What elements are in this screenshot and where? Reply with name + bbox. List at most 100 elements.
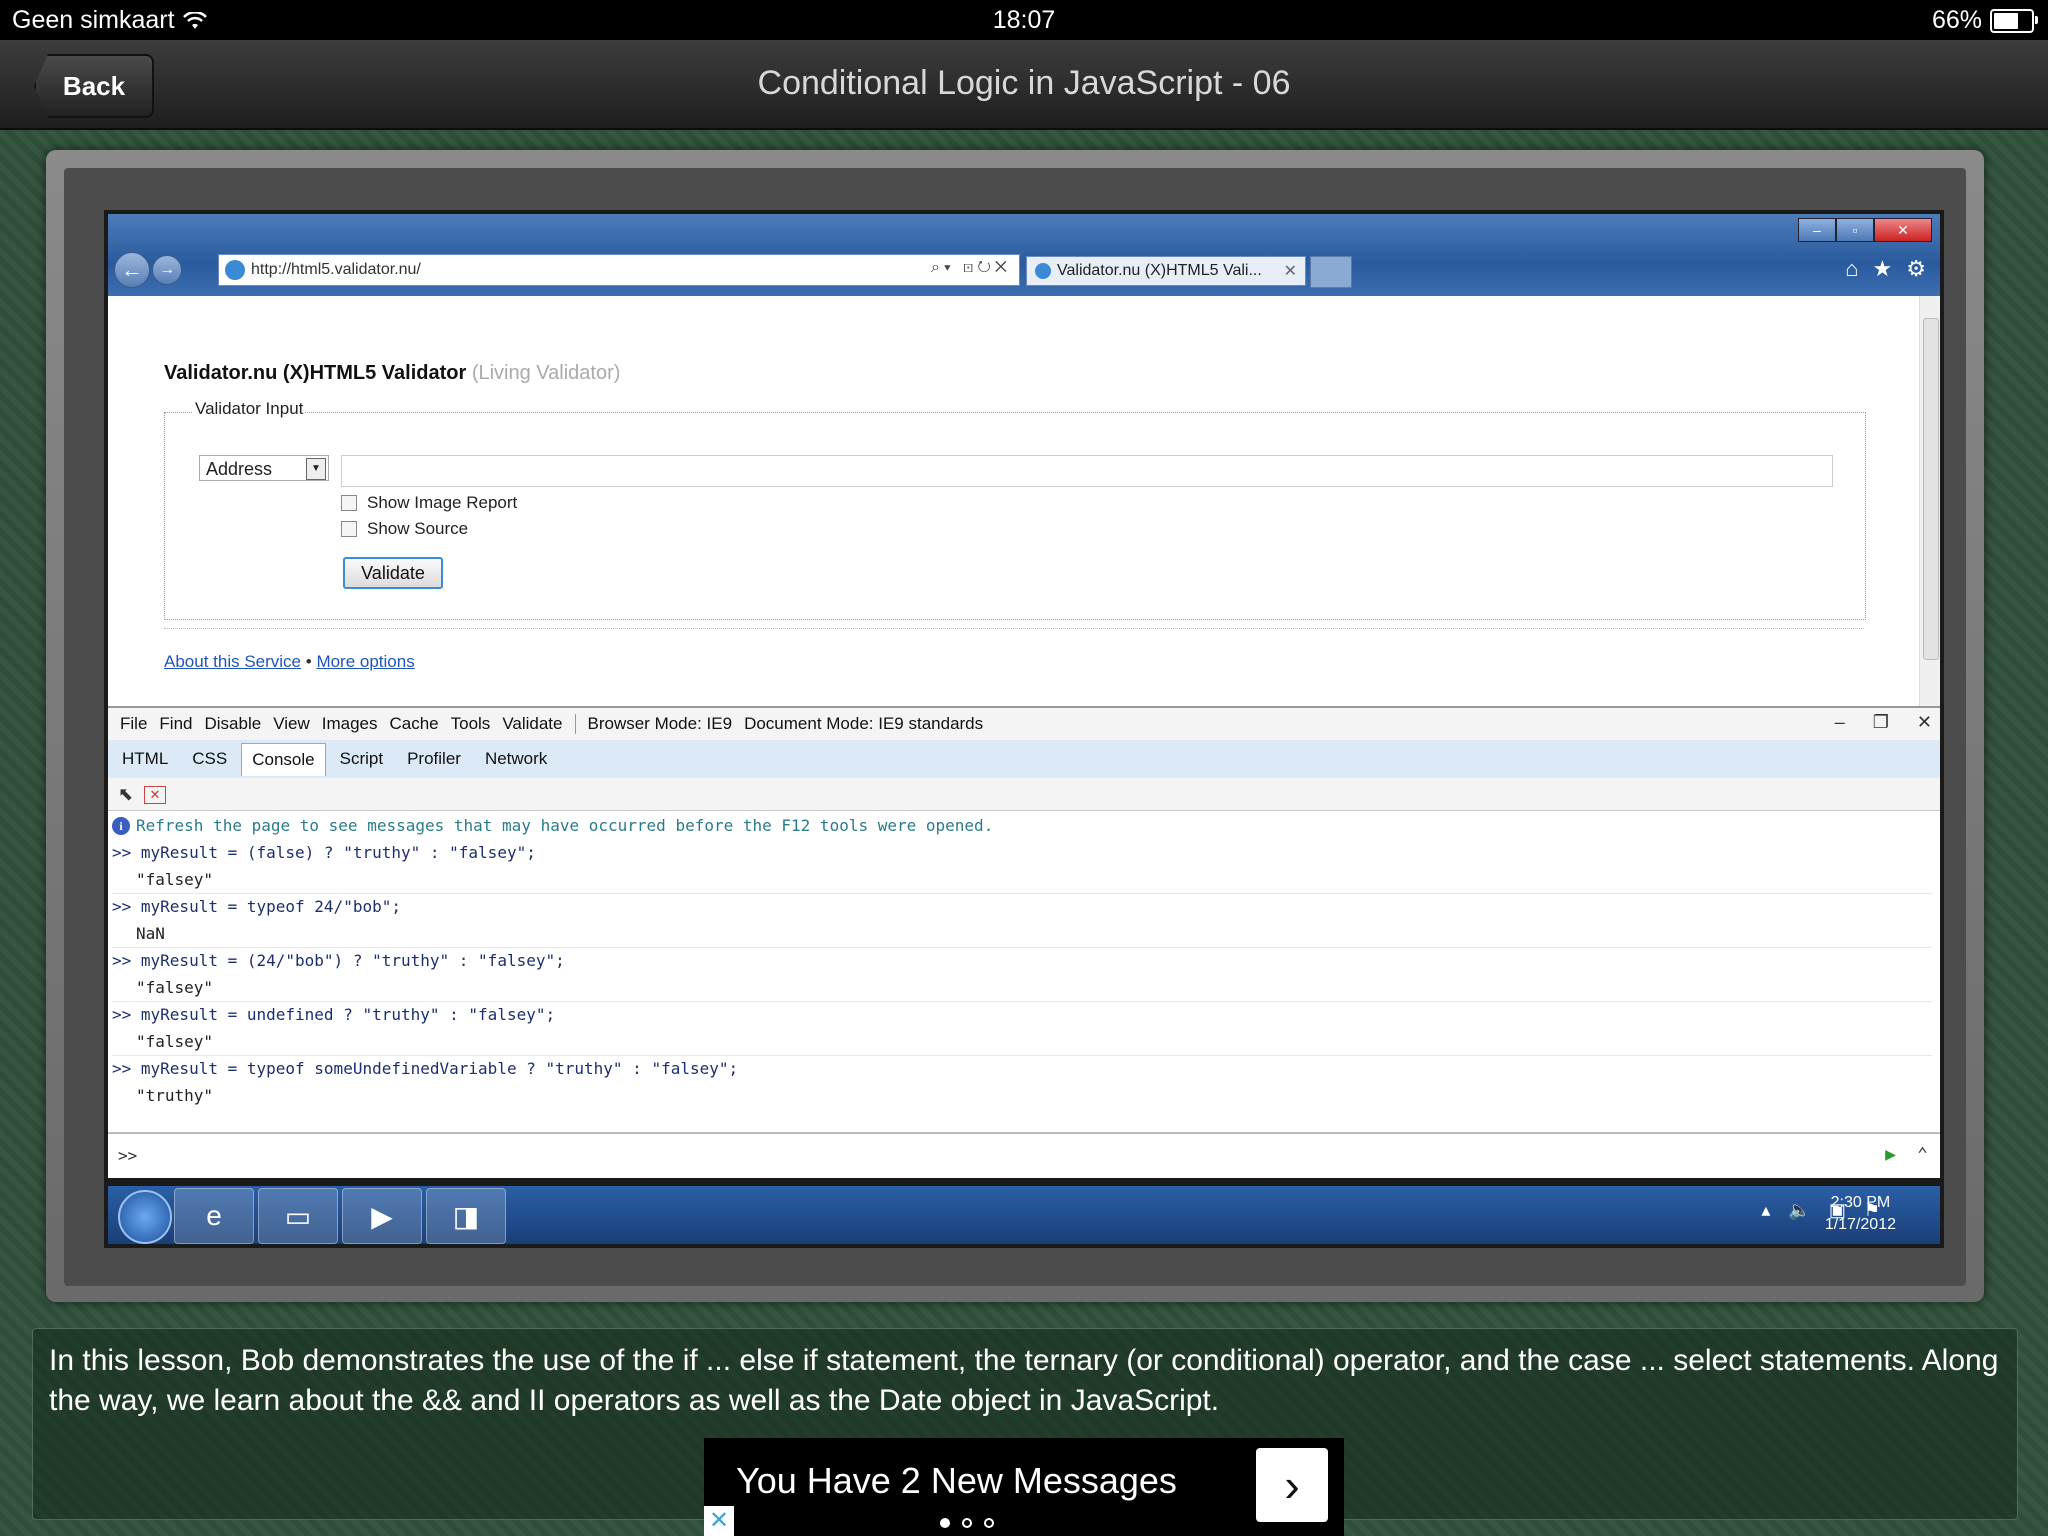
console-output: i Refresh the page to see messages that … — [108, 812, 1940, 1132]
select-element-icon[interactable]: ⬉ — [118, 784, 133, 805]
home-icon[interactable]: ⌂ — [1845, 256, 1858, 282]
show-source-checkbox[interactable] — [341, 521, 357, 537]
browser-tab[interactable]: Validator.nu (X)HTML5 Vali... ✕ — [1026, 256, 1306, 286]
menu-cache[interactable]: Cache — [389, 714, 438, 734]
menu-tools[interactable]: Tools — [451, 714, 491, 734]
tab-html[interactable]: HTML — [112, 743, 178, 775]
console-input[interactable]: >> ▶ ⌃ — [108, 1132, 1940, 1178]
minimize-icon[interactable]: – — [1835, 712, 1845, 733]
tab-ie-icon — [1035, 263, 1051, 279]
close-icon[interactable]: ✕ — [1917, 712, 1932, 733]
menu-disable[interactable]: Disable — [204, 714, 261, 734]
address-input[interactable] — [341, 455, 1833, 487]
console-result: "falsey" — [136, 1032, 214, 1051]
star-icon[interactable]: ★ — [1873, 256, 1893, 282]
ad-page-dots — [940, 1518, 994, 1528]
minimize-button[interactable]: – — [1798, 218, 1836, 242]
new-tab-button[interactable] — [1310, 256, 1352, 288]
divider — [164, 628, 1864, 629]
close-icon[interactable]: ✕ — [1284, 261, 1297, 281]
console-command: >> myResult = undefined ? "truthy" : "fa… — [112, 1005, 556, 1024]
windows-taskbar: e ▭ ▶ ◨ ▴ 🔈 ▣ ⚑ 2:30 PM 1/17/2012 — [108, 1186, 1940, 1244]
media-player-icon[interactable]: ▶ — [342, 1188, 422, 1244]
menu-images[interactable]: Images — [322, 714, 378, 734]
menu-validate[interactable]: Validate — [502, 714, 562, 734]
menu-separator — [574, 714, 576, 734]
more-options-link[interactable]: More options — [316, 652, 414, 671]
address-tools[interactable]: ⌕▾ ⊡↻✕ — [931, 259, 1011, 277]
app-icon[interactable]: ◨ — [426, 1188, 506, 1244]
status-bar: Geen simkaart 18:07 66% — [0, 0, 2048, 40]
chevron-right-icon[interactable]: › — [1256, 1448, 1328, 1522]
menu-file[interactable]: File — [120, 714, 147, 734]
browser-mode[interactable]: Browser Mode: IE9 — [588, 714, 733, 734]
taskbar-clock[interactable]: 2:30 PM 1/17/2012 — [1825, 1192, 1896, 1236]
footer-links: About this Service • More options — [164, 652, 415, 672]
video-player[interactable]: – ▫ ✕ ← → http://html5.validator.nu/ ⌕▾ … — [104, 210, 1944, 1248]
console-toolbar: ⬉ ✕ — [108, 778, 1940, 811]
select-value: Address — [206, 459, 273, 479]
show-image-report-checkbox[interactable] — [341, 495, 357, 511]
console-result: "falsey" — [136, 870, 214, 889]
tab-network[interactable]: Network — [475, 743, 557, 775]
address-bar[interactable]: http://html5.validator.nu/ ⌕▾ ⊡↻✕ — [218, 254, 1020, 286]
maximize-button[interactable]: ▫ — [1836, 218, 1874, 242]
explorer-icon[interactable]: e — [174, 1188, 254, 1244]
console-prompt: >> — [118, 1146, 138, 1165]
tab-css[interactable]: CSS — [182, 743, 237, 775]
undock-icon[interactable]: ❐ — [1873, 712, 1889, 733]
browser-toolbar-icons: ⌂ ★ ⚙ — [1845, 256, 1926, 282]
gear-icon[interactable]: ⚙ — [1906, 256, 1926, 282]
page-dot — [962, 1518, 972, 1528]
menu-view[interactable]: View — [273, 714, 310, 734]
console-result: "truthy" — [136, 1086, 214, 1105]
devtools-menu: File Find Disable View Images Cache Tool… — [108, 708, 1940, 740]
info-message-row: i Refresh the page to see messages that … — [112, 816, 993, 835]
about-link[interactable]: About this Service — [164, 652, 301, 671]
validator-title-main: Validator.nu (X)HTML5 Validator — [164, 362, 467, 384]
fieldset-legend: Validator Input — [193, 399, 306, 419]
battery-status: 66% — [1932, 6, 2038, 35]
close-window-button[interactable]: ✕ — [1874, 218, 1932, 242]
ad-text: You Have 2 New Messages — [736, 1460, 1177, 1501]
tab-script[interactable]: Script — [330, 743, 393, 775]
console-entry: >> myResult = typeof 24/"bob"; NaN — [112, 893, 1932, 948]
input-type-select[interactable]: Address ▼ — [199, 455, 329, 481]
validator-title: Validator.nu (X)HTML5 Validator (Living … — [164, 362, 620, 385]
tray-expand-icon[interactable]: ▴ — [1761, 1200, 1770, 1221]
validator-input-fieldset: Validator Input Address ▼ Show Image Rep… — [164, 399, 1866, 620]
document-mode[interactable]: Document Mode: IE9 standards — [744, 714, 983, 734]
ad-banner[interactable]: You Have 2 New Messages › — [704, 1438, 1344, 1536]
devtools-window-controls: – ❐ ✕ — [1823, 712, 1932, 733]
menu-find[interactable]: Find — [159, 714, 192, 734]
expand-icon[interactable]: ⌃ — [1917, 1144, 1928, 1165]
run-icon[interactable]: ▶ — [1885, 1144, 1896, 1165]
folder-icon[interactable]: ▭ — [258, 1188, 338, 1244]
windows-start-icon[interactable] — [118, 1190, 172, 1244]
validate-button[interactable]: Validate — [343, 557, 443, 589]
clock-date: 1/17/2012 — [1824, 1216, 1896, 1233]
clear-console-icon[interactable]: ✕ — [144, 786, 166, 804]
page-scrollbar[interactable] — [1919, 296, 1940, 706]
tab-console[interactable]: Console — [241, 742, 326, 776]
chevron-down-icon: ▼ — [306, 458, 326, 480]
show-image-report-row[interactable]: Show Image Report — [341, 493, 517, 513]
console-command: >> myResult = (24/"bob") ? "truthy" : "f… — [112, 951, 565, 970]
validator-title-suffix: (Living Validator) — [471, 362, 621, 384]
clock-time: 2:30 PM — [1830, 1194, 1891, 1211]
tab-profiler[interactable]: Profiler — [397, 743, 471, 775]
forward-arrow-icon[interactable]: → — [152, 255, 182, 285]
status-time: 18:07 — [992, 6, 1056, 34]
close-icon[interactable]: ✕ — [704, 1506, 734, 1536]
volume-icon[interactable]: 🔈 — [1788, 1200, 1810, 1221]
console-entry: >> myResult = typeof someUndefinedVariab… — [112, 1055, 1932, 1109]
console-entry: >> myResult = (false) ? "truthy" : "fals… — [112, 839, 1932, 894]
console-command: >> myResult = typeof someUndefinedVariab… — [112, 1059, 739, 1078]
link-separator: • — [305, 652, 312, 671]
show-source-row[interactable]: Show Source — [341, 519, 468, 539]
back-arrow-icon[interactable]: ← — [114, 252, 150, 288]
devtools-tabs: HTML CSS Console Script Profiler Network — [108, 740, 1940, 778]
browser-chrome: – ▫ ✕ ← → http://html5.validator.nu/ ⌕▾ … — [108, 214, 1940, 296]
window-controls: – ▫ ✕ — [1798, 218, 1932, 242]
console-result: NaN — [136, 924, 165, 943]
